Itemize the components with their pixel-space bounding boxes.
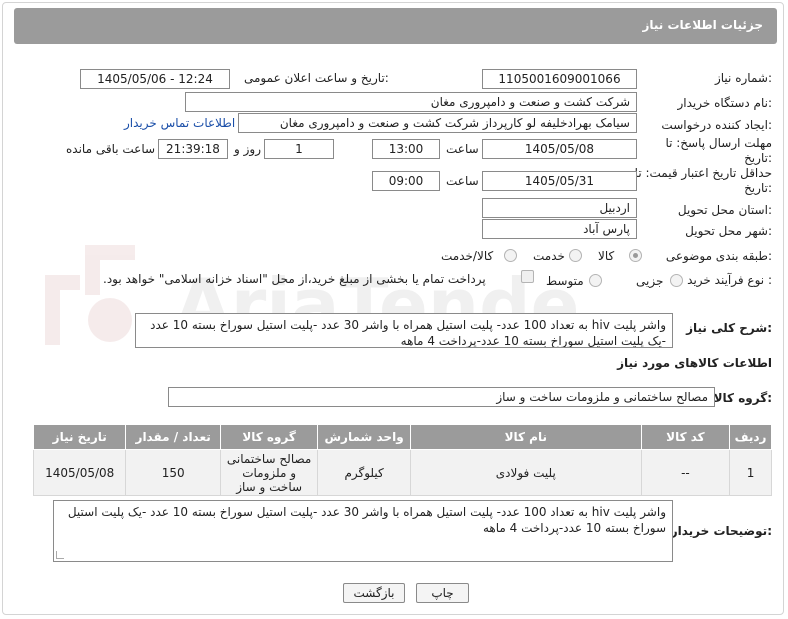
province-label: استان محل تحویل:	[677, 203, 772, 217]
process-option-medium: متوسط	[546, 274, 584, 288]
category-label: طبقه بندی موضوعی:	[665, 249, 772, 263]
need-number-field[interactable]: 1105001609001066	[482, 69, 637, 89]
goods-group-label: گروه کالا:	[713, 391, 772, 405]
process-radio-minor[interactable]	[670, 274, 683, 287]
col-date: تاریخ نیاز	[32, 424, 127, 450]
cell-quantity: 150	[125, 449, 221, 496]
deadline-time-field[interactable]: 13:00	[372, 139, 440, 159]
col-group: گروه کالا	[219, 424, 319, 450]
col-unit: واحد شمارش	[317, 424, 411, 450]
cell-group: مصالح ساختمانی و ملزومات ساخت و ساز	[219, 449, 319, 496]
remaining-time-field[interactable]: 21:39:18	[158, 139, 228, 159]
payment-note: پرداخت تمام یا بخشی از مبلغ خرید،از محل …	[103, 272, 486, 286]
category-option-both: کالا/خدمت	[441, 249, 494, 263]
process-radio-medium[interactable]	[589, 274, 602, 287]
contact-info-link[interactable]: اطلاعات تماس خریدار	[124, 116, 235, 130]
resize-handle-icon[interactable]	[56, 551, 64, 559]
buyer-notes-textarea[interactable]: واشر پلیت hiv به تعداد 100 عدد- پلیت است…	[53, 500, 673, 562]
description-label: شرح کلی نیاز:	[686, 321, 772, 335]
page-title: جزئیات اطلاعات نیاز	[642, 18, 763, 32]
category-radio-both[interactable]	[504, 249, 517, 262]
requester-field[interactable]: سیامک بهرادخلیفه لو کارپرداز شرکت کشت و …	[238, 113, 637, 133]
category-radio-service[interactable]	[569, 249, 582, 262]
buyer-org-field[interactable]: شرکت کشت و صنعت و دامپروری مغان	[185, 92, 637, 112]
goods-table: ردیف کد کالا نام کالا واحد شمارش گروه کا…	[32, 424, 772, 496]
table-row[interactable]: 1 -- پلیت فولادی کیلوگرم مصالح ساختمانی …	[32, 449, 772, 496]
deadline-time-label: ساعت	[446, 142, 479, 156]
col-quantity: تعداد / مقدار	[125, 424, 221, 450]
price-time-field[interactable]: 09:00	[372, 171, 440, 191]
cell-row: 1	[729, 449, 772, 496]
requester-label: ایجاد کننده درخواست:	[661, 118, 772, 132]
goods-info-title: اطلاعات کالاهای مورد نیاز	[617, 356, 772, 370]
need-number-label: شماره نیاز:	[714, 71, 772, 85]
category-radio-goods[interactable]	[629, 249, 642, 262]
price-date-field[interactable]: 1405/05/31	[482, 171, 637, 191]
city-field[interactable]: پارس آباد	[482, 219, 637, 239]
category-option-service: خدمت	[533, 249, 565, 263]
cell-name: پلیت فولادی	[409, 449, 642, 496]
price-validity-label: حداقل تاریخ اعتبار قیمت: تا تاریخ:	[634, 166, 772, 195]
days-field[interactable]: 1	[264, 139, 334, 159]
print-button[interactable]: چاپ	[416, 583, 469, 603]
col-row: ردیف	[729, 424, 772, 450]
process-label: نوع فرآیند خرید :	[687, 273, 772, 287]
process-option-minor: جزیی	[636, 274, 664, 288]
deadline-label: مهلت ارسال پاسخ: تا تاریخ:	[665, 136, 772, 165]
days-label: روز و	[234, 142, 261, 156]
province-field[interactable]: اردبیل	[482, 198, 637, 218]
description-textarea[interactable]: واشر پلیت hiv به تعداد 100 عدد- پلیت است…	[135, 313, 673, 348]
city-label: شهر محل تحویل:	[685, 224, 772, 238]
cell-date: 1405/05/08	[32, 449, 127, 496]
payment-checkbox[interactable]	[521, 270, 534, 283]
cell-code: --	[640, 449, 731, 496]
announce-label: تاریخ و ساعت اعلان عمومی:	[244, 71, 389, 85]
back-button[interactable]: بازگشت	[343, 583, 405, 603]
price-time-label: ساعت	[446, 174, 479, 188]
col-name: نام کالا	[409, 424, 642, 450]
buyer-notes-text: واشر پلیت hiv به تعداد 100 عدد- پلیت است…	[67, 505, 666, 535]
goods-table-header: ردیف کد کالا نام کالا واحد شمارش گروه کا…	[32, 424, 772, 450]
deadline-date-field[interactable]: 1405/05/08	[482, 139, 637, 159]
announce-date-field[interactable]: 1405/05/06 - 12:24	[80, 69, 230, 89]
remaining-label: ساعت باقی مانده	[66, 142, 156, 156]
col-code: کد کالا	[640, 424, 731, 450]
category-option-goods: کالا	[598, 249, 615, 263]
goods-group-field[interactable]: مصالح ساختمانی و ملزومات ساخت و ساز	[168, 387, 715, 407]
description-text: واشر پلیت hiv به تعداد 100 عدد- پلیت است…	[150, 318, 666, 348]
cell-unit: کیلوگرم	[317, 449, 411, 496]
page-header: جزئیات اطلاعات نیاز	[14, 8, 777, 44]
buyer-notes-label: توضیحات خریدار:	[670, 524, 772, 538]
buyer-org-label: نام دستگاه خریدار:	[677, 96, 773, 110]
